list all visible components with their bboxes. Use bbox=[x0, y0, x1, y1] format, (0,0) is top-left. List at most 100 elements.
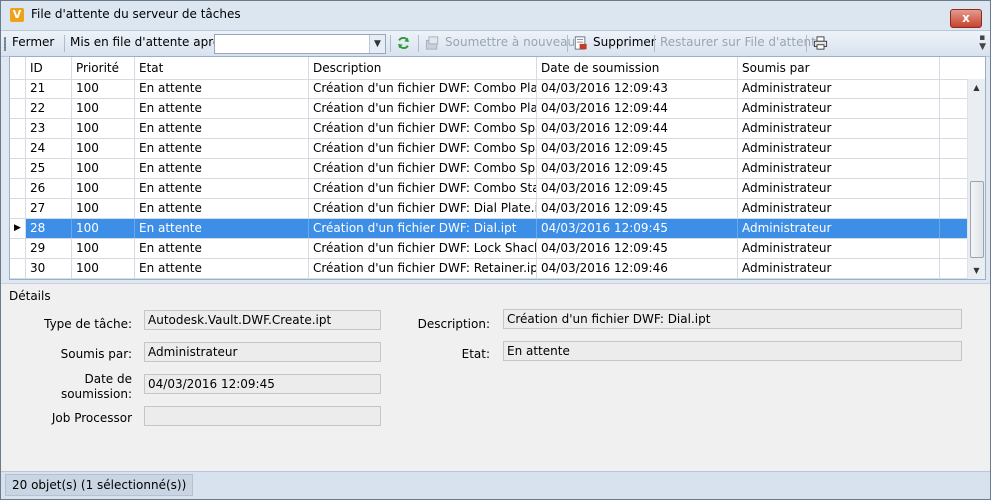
cell-priority: 100 bbox=[72, 139, 135, 158]
details-panel: Détails Type de tâche: Autodesk.Vault.DW… bbox=[1, 283, 990, 472]
table-row[interactable]: ▶ 28 100 En attente Création d'un fichier DW… bbox=[10, 219, 968, 239]
toolbar-separator bbox=[390, 35, 391, 52]
cell-description: Création d'un fichier DWF: Combo Plate..… bbox=[309, 99, 537, 118]
scroll-up-icon[interactable]: ▲ bbox=[968, 79, 985, 96]
toolbar-separator bbox=[654, 35, 655, 52]
table-row[interactable]: 23 100 En attente Création d'un fichier DWF… bbox=[10, 119, 968, 139]
cell-id: 25 bbox=[26, 159, 72, 178]
window-close-button[interactable]: x bbox=[950, 9, 982, 28]
task-queue-window: V File d'attente du serveur de tâches x … bbox=[0, 0, 991, 500]
table-row[interactable]: 27 100 En attente Création d'un fichier DWF… bbox=[10, 199, 968, 219]
cell-id: 30 bbox=[26, 259, 72, 278]
scroll-thumb[interactable] bbox=[970, 181, 984, 258]
cell-priority: 100 bbox=[72, 219, 135, 238]
job-type-label: Type de tâche: bbox=[44, 317, 132, 331]
cell-priority: 100 bbox=[72, 239, 135, 258]
cell-submit-date: 04/03/2016 12:09:46 bbox=[537, 259, 738, 278]
cell-priority: 100 bbox=[72, 119, 135, 138]
cell-id: 22 bbox=[26, 99, 72, 118]
table-row[interactable]: 29 100 En attente Création d'un fichier DWF… bbox=[10, 239, 968, 259]
cell-submitted-by: Administrateur bbox=[738, 199, 940, 218]
cell-submit-date: 04/03/2016 12:09:45 bbox=[537, 159, 738, 178]
cell-state: En attente bbox=[135, 199, 309, 218]
table-row[interactable]: 24 100 En attente Création d'un fichier DWF… bbox=[10, 139, 968, 159]
job-processor-field[interactable] bbox=[144, 406, 381, 426]
toolbar-grip-icon[interactable] bbox=[4, 37, 6, 51]
row-indicator-cell bbox=[10, 179, 26, 198]
table-row[interactable]: 30 100 En attente Création d'un fichier DWF… bbox=[10, 259, 968, 279]
cell-submitted-by: Administrateur bbox=[738, 159, 940, 178]
cell-submitted-by: Administrateur bbox=[738, 259, 940, 278]
cell-submitted-by: Administrateur bbox=[738, 239, 940, 258]
submit-date-label-line1: Date de bbox=[84, 372, 133, 386]
cell-priority: 100 bbox=[72, 79, 135, 98]
row-indicator-cell bbox=[10, 159, 26, 178]
delete-button[interactable]: Supprimer bbox=[593, 35, 656, 49]
cell-priority: 100 bbox=[72, 259, 135, 278]
cell-state: En attente bbox=[135, 159, 309, 178]
cell-submitted-by: Administrateur bbox=[738, 99, 940, 118]
column-header-priority[interactable]: Priorité bbox=[72, 57, 135, 79]
delete-icon bbox=[574, 36, 587, 50]
grid-header: ID Priorité Etat Description Date de sou… bbox=[10, 57, 968, 80]
cell-state: En attente bbox=[135, 79, 309, 98]
vertical-scrollbar[interactable]: ▲ ▼ bbox=[967, 79, 985, 279]
cell-id: 21 bbox=[26, 79, 72, 98]
table-row[interactable]: 22 100 En attente Création d'un fichier DWF… bbox=[10, 99, 968, 119]
cell-id: 27 bbox=[26, 199, 72, 218]
close-button[interactable]: Fermer bbox=[12, 35, 54, 49]
description-field[interactable]: Création d'un fichier DWF: Dial.ipt bbox=[503, 309, 962, 329]
column-header-submitted-by[interactable]: Soumis par bbox=[738, 57, 940, 79]
print-icon[interactable] bbox=[813, 36, 828, 50]
title-bar: V File d'attente du serveur de tâches x bbox=[1, 1, 990, 29]
cell-state: En attente bbox=[135, 179, 309, 198]
chevron-down-icon[interactable]: ▼ bbox=[369, 35, 385, 53]
refresh-icon[interactable] bbox=[396, 36, 411, 50]
column-header-description[interactable]: Description bbox=[309, 57, 537, 79]
window-title: File d'attente du serveur de tâches bbox=[31, 7, 241, 21]
job-type-field[interactable]: Autodesk.Vault.DWF.Create.ipt bbox=[144, 310, 381, 330]
cell-submit-date: 04/03/2016 12:09:45 bbox=[537, 239, 738, 258]
toolbar-separator bbox=[64, 35, 65, 52]
resubmit-button[interactable]: Soumettre à nouveau bbox=[445, 35, 575, 49]
vault-logo-icon: V bbox=[10, 8, 24, 22]
cell-id: 24 bbox=[26, 139, 72, 158]
cell-id: 29 bbox=[26, 239, 72, 258]
row-indicator-cell bbox=[10, 259, 26, 278]
cell-submitted-by: Administrateur bbox=[738, 79, 940, 98]
column-header-submit-date[interactable]: Date de soumission bbox=[537, 57, 738, 79]
cell-priority: 100 bbox=[72, 99, 135, 118]
submit-date-field[interactable]: 04/03/2016 12:09:45 bbox=[144, 374, 381, 394]
cell-submitted-by: Administrateur bbox=[738, 139, 940, 158]
cell-submitted-by: Administrateur bbox=[738, 119, 940, 138]
job-processor-label: Job Processor bbox=[51, 411, 132, 425]
cell-state: En attente bbox=[135, 239, 309, 258]
table-row[interactable]: 25 100 En attente Création d'un fichier DWF… bbox=[10, 159, 968, 179]
toolbar-overflow-icon[interactable]: ▪ ▼ bbox=[979, 34, 986, 52]
column-header-state[interactable]: Etat bbox=[135, 57, 309, 79]
cell-submit-date: 04/03/2016 12:09:44 bbox=[537, 119, 738, 138]
table-row[interactable]: 21 100 En attente Création d'un fichier DWF… bbox=[10, 79, 968, 99]
queue-after-select[interactable]: ▼ bbox=[214, 34, 386, 54]
cell-description: Création d'un fichier DWF: Combo Stan... bbox=[309, 179, 537, 198]
queue-after-label: Mis en file d'attente après: bbox=[70, 35, 231, 49]
cell-submit-date: 04/03/2016 12:09:44 bbox=[537, 99, 738, 118]
state-field[interactable]: En attente bbox=[503, 341, 962, 361]
row-indicator-cell bbox=[10, 199, 26, 218]
cell-state: En attente bbox=[135, 139, 309, 158]
cell-state: En attente bbox=[135, 99, 309, 118]
cell-state: En attente bbox=[135, 119, 309, 138]
status-bar: 20 objet(s) (1 sélectionné(s)) bbox=[1, 471, 990, 499]
cell-priority: 100 bbox=[72, 179, 135, 198]
cell-submitted-by: Administrateur bbox=[738, 219, 940, 238]
scroll-down-icon[interactable]: ▼ bbox=[968, 262, 985, 279]
submitted-by-field[interactable]: Administrateur bbox=[144, 342, 381, 362]
column-header-id[interactable]: ID bbox=[26, 57, 72, 79]
cell-id: 26 bbox=[26, 179, 72, 198]
description-label: Description: bbox=[417, 317, 490, 331]
cell-id: 23 bbox=[26, 119, 72, 138]
restore-button[interactable]: Restaurer sur File d'attente bbox=[660, 35, 823, 49]
table-row[interactable]: 26 100 En attente Création d'un fichier DWF… bbox=[10, 179, 968, 199]
toolbar-separator bbox=[418, 35, 419, 52]
cell-submit-date: 04/03/2016 12:09:45 bbox=[537, 199, 738, 218]
